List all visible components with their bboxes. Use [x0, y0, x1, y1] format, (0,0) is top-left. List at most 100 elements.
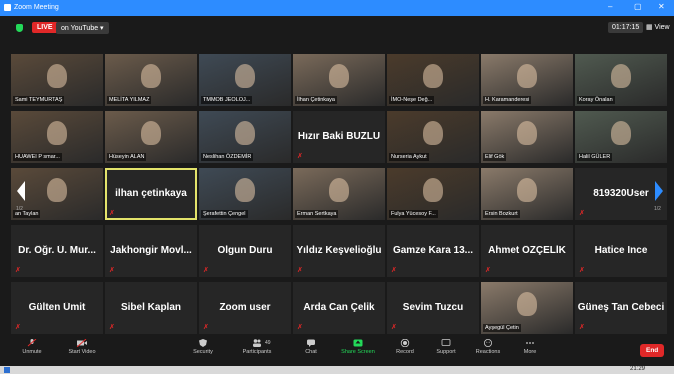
- participant-tile[interactable]: Güneş Tan Cebeci ✗: [575, 282, 667, 334]
- microphone-muted-icon: ✗: [485, 267, 491, 274]
- participant-name: Hızır Baki BUZLU: [297, 131, 381, 142]
- microphone-muted-icon: ✗: [203, 267, 209, 274]
- participant-tile[interactable]: Hatice Ince ✗: [575, 225, 667, 277]
- share-screen-button[interactable]: Share Screen: [338, 339, 378, 355]
- prev-page-arrow-icon[interactable]: [16, 176, 26, 206]
- participant-tile[interactable]: TMMOB JEOLOJ...: [199, 54, 291, 106]
- participant-silhouette: [47, 64, 67, 88]
- participant-tile[interactable]: H. Karamanderesi: [481, 54, 573, 106]
- participant-name: ilhan çetinkaya: [115, 188, 187, 199]
- participant-tile[interactable]: Dr. Öğr. Ü. Mur... ✗: [11, 225, 103, 277]
- participant-tile[interactable]: İMO-Neşe Değ...: [387, 54, 479, 106]
- more-label: More: [523, 349, 537, 355]
- participant-tile[interactable]: Halil GÜLER: [575, 111, 667, 163]
- participant-tile[interactable]: Gamze Kara 13... ✗: [387, 225, 479, 277]
- participant-tile[interactable]: Erman Sertkaya: [293, 168, 385, 220]
- unmute-button[interactable]: Unmute: [12, 339, 52, 355]
- participant-tile[interactable]: Arda Can Çelik ✗: [293, 282, 385, 334]
- participant-name: Gamze Kara 13...: [392, 245, 474, 256]
- more-dots-icon: [526, 342, 534, 344]
- participant-tile[interactable]: Olgun Duru ✗: [199, 225, 291, 277]
- participant-tile[interactable]: İlhan Çetinkaya: [293, 54, 385, 106]
- stream-dropdown[interactable]: on YouTube ▾: [56, 22, 109, 34]
- video-off-icon: [77, 339, 87, 347]
- microphone-muted-icon: [27, 339, 37, 347]
- start-video-button[interactable]: Start Video: [62, 339, 102, 355]
- participant-tile[interactable]: Neslihan ÖZDEMİR: [199, 111, 291, 163]
- participant-tile[interactable]: Yıldız Keşvelioğlu ✗: [293, 225, 385, 277]
- support-icon: [441, 339, 451, 346]
- participant-silhouette: [611, 64, 631, 88]
- participants-label: Participants: [242, 349, 272, 355]
- participant-tile[interactable]: Ahmet ÖZÇELİK ✗: [481, 225, 573, 277]
- participant-name: Yıldız Keşvelioğlu: [296, 245, 382, 256]
- participant-tile[interactable]: Zoom user ✗: [199, 282, 291, 334]
- participant-name: Hatice Ince: [594, 245, 648, 256]
- minimize-icon[interactable]: –: [608, 2, 612, 11]
- chat-icon: [307, 339, 315, 347]
- reactions-emoji-icon: [484, 339, 492, 347]
- microphone-muted-icon: ✗: [15, 324, 21, 331]
- more-button[interactable]: More: [510, 339, 550, 355]
- participants-button[interactable]: Participants: [237, 339, 277, 355]
- participant-name: HUAWEI P smar...: [13, 153, 62, 161]
- encryption-shield-icon[interactable]: [16, 24, 23, 32]
- participant-tile[interactable]: Sevim Tuzcu ✗: [387, 282, 479, 334]
- participant-tile[interactable]: Sami TEYMURTAŞ: [11, 54, 103, 106]
- participant-tile[interactable]: Sibel Kaplan ✗: [105, 282, 197, 334]
- participant-silhouette: [517, 292, 537, 316]
- page-indicator-right: 1/2: [654, 206, 661, 212]
- support-button[interactable]: Support: [426, 339, 466, 355]
- participant-tile[interactable]: Şerafettin Çengel: [199, 168, 291, 220]
- participant-silhouette: [611, 121, 631, 145]
- view-button[interactable]: ▦ View: [646, 23, 670, 31]
- share-screen-label: Share Screen: [341, 349, 375, 355]
- microphone-muted-icon: ✗: [391, 267, 397, 274]
- participant-tile[interactable]: Ersin Bozkurt: [481, 168, 573, 220]
- live-badge[interactable]: LIVE: [32, 22, 58, 33]
- taskbar-clock: 21:29: [630, 366, 646, 372]
- participant-tile[interactable]: Fulya Yücesoy F...: [387, 168, 479, 220]
- chat-button[interactable]: Chat: [291, 339, 331, 355]
- participant-tile[interactable]: Gülten Ümit ✗: [11, 282, 103, 334]
- participant-name: Hüseyin ALAN: [107, 153, 147, 161]
- participant-name: Halil GÜLER: [577, 153, 613, 161]
- participant-name: Zoom user: [219, 302, 271, 313]
- record-label: Record: [396, 349, 414, 355]
- support-label: Support: [436, 349, 456, 355]
- participant-silhouette: [47, 121, 67, 145]
- close-icon[interactable]: ✕: [658, 2, 665, 11]
- chat-label: Chat: [305, 349, 317, 355]
- window-title: Zoom Meeting: [14, 4, 59, 11]
- microphone-muted-icon: ✗: [579, 210, 585, 217]
- microphone-muted-icon: ✗: [109, 210, 115, 217]
- shield-icon: [199, 339, 207, 347]
- participant-tile[interactable]: Jakhongir Movl... ✗: [105, 225, 197, 277]
- participant-tile[interactable]: Nurseria Aykut: [387, 111, 479, 163]
- participant-tile[interactable]: HUAWEI P smar...: [11, 111, 103, 163]
- participant-tile[interactable]: ilhan çetinkaya ✗: [105, 168, 197, 220]
- participant-silhouette: [329, 64, 349, 88]
- participant-tile[interactable]: Hızır Baki BUZLU ✗: [293, 111, 385, 163]
- reactions-button[interactable]: Reactions: [468, 339, 508, 355]
- maximize-icon[interactable]: ▢: [634, 2, 642, 11]
- microphone-muted-icon: ✗: [297, 324, 303, 331]
- next-page-arrow-icon[interactable]: [654, 176, 664, 206]
- participant-tile[interactable]: Hüseyin ALAN: [105, 111, 197, 163]
- meeting-toolbar: Unmute Start Video Security Participants…: [0, 336, 674, 366]
- participant-name: Şerafettin Çengel: [201, 210, 248, 218]
- participant-silhouette: [235, 178, 255, 202]
- end-meeting-button[interactable]: End: [640, 344, 665, 357]
- participant-name: Jakhongir Movl...: [110, 245, 192, 256]
- participant-tile[interactable]: Elif Gök: [481, 111, 573, 163]
- windows-start-icon[interactable]: [4, 367, 10, 373]
- participant-tile[interactable]: MELİTA YILMAZ: [105, 54, 197, 106]
- participant-tile[interactable]: Ayşegül Çetin: [481, 282, 573, 334]
- microphone-muted-icon: ✗: [297, 267, 303, 274]
- participants-count: 49: [265, 340, 271, 346]
- security-button[interactable]: Security: [183, 339, 223, 355]
- record-button[interactable]: Record: [385, 339, 425, 355]
- record-icon: [400, 339, 410, 347]
- participant-name: Dr. Öğr. Ü. Mur...: [18, 245, 96, 256]
- participant-tile[interactable]: Koray Önalan: [575, 54, 667, 106]
